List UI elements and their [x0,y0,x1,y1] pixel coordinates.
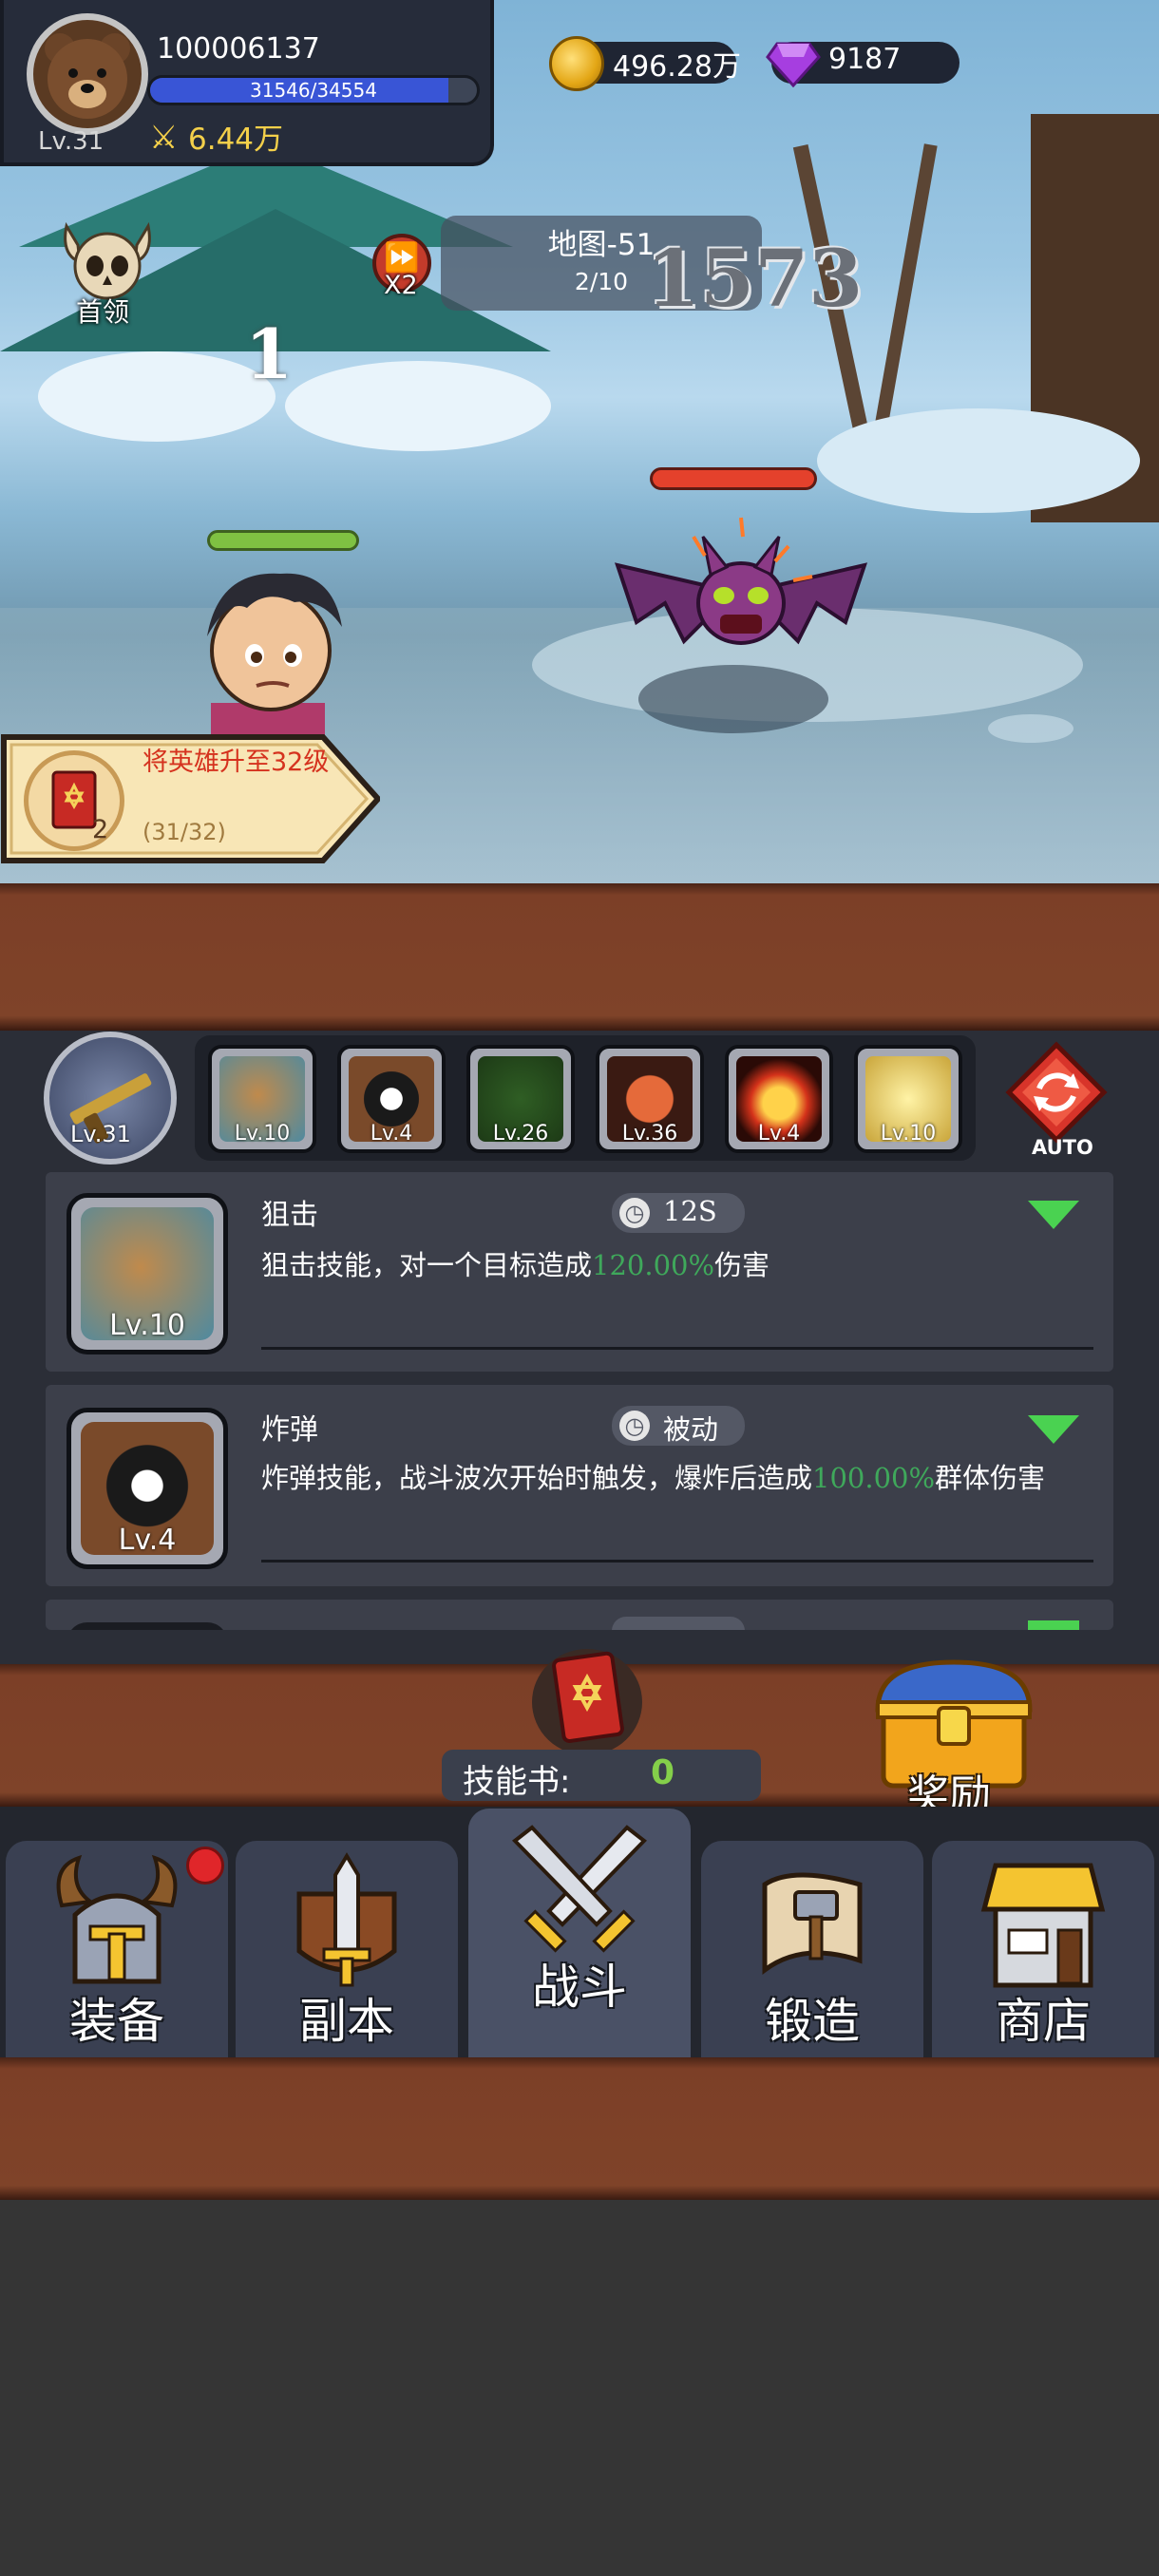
xp-text: 31546/34554 [250,79,377,102]
nav-battle[interactable]: 战斗 [468,1809,691,2057]
forge-scroll-icon [762,1872,863,1975]
skill-book-count: 0 [651,1753,675,1792]
quest-text: 将英雄升至32级 [142,748,330,777]
divider [261,1347,1093,1350]
wood-divider [0,2057,1159,2200]
quest-reward-count: 2 [92,815,109,844]
expand-chevron-icon[interactable] [1028,1201,1079,1229]
slot-level: Lv.26 [492,1122,549,1146]
nav-label: 装备 [69,1994,164,2049]
gold-coin-icon [549,36,604,91]
skill-level: Lv.4 [118,1524,177,1557]
quest-progress: (31/32) [142,819,226,845]
player-avatar[interactable] [27,13,148,135]
slot-level: Lv.4 [757,1122,801,1146]
desc-text: 群体伤害 [935,1462,1046,1494]
damage-popup: 1573 [646,234,864,325]
weapon-level: Lv.31 [70,1121,131,1147]
cooldown-pill: ◷ 被动 [612,1406,745,1446]
slot-level: Lv.36 [621,1122,678,1146]
nav-shop[interactable]: 商店 [932,1841,1154,2057]
fast-forward-icon: ⏩ [384,241,420,275]
skill-card-partial[interactable] [46,1600,1113,1630]
divider [261,1560,1093,1563]
cooldown-pill [612,1617,745,1630]
wood-divider [0,883,1159,1031]
nav-forge[interactable]: 锻造 [701,1841,923,2057]
skill-slot-fire-orb[interactable]: Lv.36 [596,1045,704,1153]
dungeon-sword-icon [296,1852,397,1987]
skill-book-label: 技能书: [463,1763,571,1801]
boss-label: 首领 [76,296,130,328]
skill-slot-sunset[interactable]: Lv.4 [725,1045,833,1153]
skill-slot-lightning[interactable]: Lv.10 [854,1045,962,1153]
desc-text: 炸弹技能，战斗波次开始时触发，爆炸后造成 [261,1462,813,1494]
skill-icon-sniper: Lv.10 [66,1193,228,1354]
clock-icon: ◷ [619,1198,650,1228]
cooldown-text: 被动 [663,1413,719,1446]
bear-avatar-icon [45,33,130,119]
nav-label: 商店 [996,1994,1091,2049]
skill-book-icon[interactable] [521,1636,654,1759]
snow-mound [817,408,1140,513]
combo-counter: 1 [245,313,294,394]
hero-character [207,573,342,741]
bat-enemy [614,517,868,645]
desc-value: 120.00% [592,1249,715,1281]
helmet-icon [56,1854,178,1984]
slot-level: Lv.4 [370,1122,413,1146]
slot-level: Lv.10 [880,1122,937,1146]
auto-toggle-button[interactable] [1005,1041,1108,1144]
clock-icon: ◷ [619,1411,650,1441]
nav-dungeon[interactable]: 副本 [236,1841,458,2057]
crossed-swords-icon [512,1825,647,1953]
bare-branch [871,143,938,445]
coin-amount: 496.28万 [613,50,741,84]
quest-reward-slot [24,750,124,851]
enemy-hp-bar [650,467,817,490]
expand-chevron-icon [1028,1620,1079,1630]
skill-slot-poison[interactable]: Lv.26 [466,1045,575,1153]
skill-slot-sniper[interactable]: Lv.10 [208,1045,316,1153]
skill-description: 炸弹技能，战斗波次开始时触发，爆炸后造成100.00%群体伤害 [261,1461,1088,1496]
cooldown-text: 12S [663,1195,717,1227]
skill-slot-bomb[interactable]: Lv.4 [337,1045,446,1153]
nav-label: 战斗 [532,1960,627,2015]
skill-name: 炸弹 [261,1413,318,1447]
player-level: Lv.31 [38,127,104,156]
nav-label: 副本 [299,1994,394,2049]
gem-amount: 9187 [828,43,902,76]
notification-dot [186,1847,224,1885]
expand-chevron-icon[interactable] [1028,1415,1079,1444]
desc-text: 狙击技能，对一个目标造成 [261,1249,593,1281]
snow-mound [285,361,551,451]
hero-hp-bar [207,530,359,551]
player-id: 100006137 [157,32,320,66]
shop-icon [980,1863,1106,1988]
nav-label: 锻造 [765,1994,860,2049]
skill-description: 狙击技能，对一个目标造成120.00%伤害 [261,1248,1159,1283]
xp-bar: 31546/34554 [147,75,480,105]
desc-text: 伤害 [714,1249,770,1281]
skill-icon-bomb: Lv.4 [66,1408,228,1569]
slot-level: Lv.10 [234,1122,291,1146]
skill-icon-partial [66,1622,228,1630]
snow-mound [38,351,276,442]
auto-label: AUTO [1032,1136,1093,1159]
cooldown-pill: ◷ 12S [612,1193,745,1233]
purple-gem-icon [766,42,821,87]
skill-level: Lv.10 [109,1309,185,1342]
skill-name: 狙击 [261,1199,318,1232]
combat-power: 6.44万 [188,123,284,157]
crossed-swords-power-icon: ⚔ [149,119,179,157]
desc-value: 100.00% [812,1462,936,1494]
speed-label: X2 [384,271,418,300]
